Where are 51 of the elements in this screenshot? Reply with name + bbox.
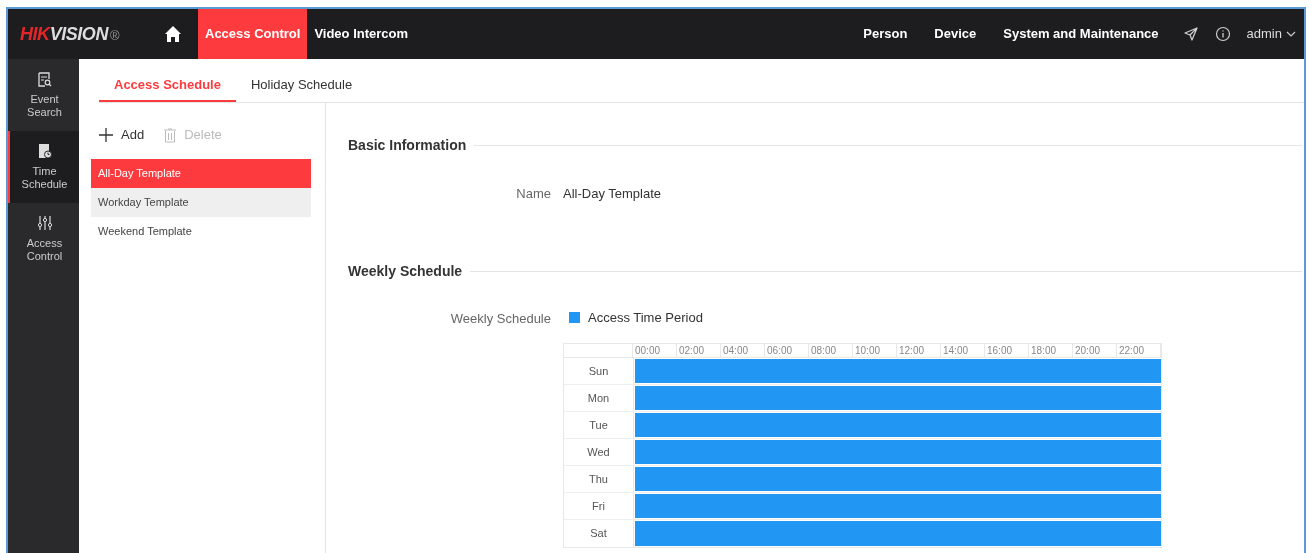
clock-document-icon: [37, 143, 52, 159]
template-item[interactable]: Workday Template: [91, 188, 311, 217]
hour-label: 08:00: [809, 344, 853, 357]
logo: HIKVISION: [20, 22, 108, 46]
nav-link[interactable]: Person: [863, 24, 908, 44]
hour-label: 02:00: [677, 344, 721, 357]
chevron-down-icon: [1286, 30, 1296, 38]
day-label: Sat: [564, 520, 634, 547]
hour-label: 20:00: [1073, 344, 1117, 357]
day-label: Mon: [564, 385, 634, 411]
home-icon[interactable]: [164, 25, 182, 43]
day-label: Tue: [564, 412, 634, 438]
hour-label: 06:00: [765, 344, 809, 357]
template-item[interactable]: Weekend Template: [91, 217, 311, 246]
add-button[interactable]: Add: [99, 125, 145, 145]
template-item[interactable]: All-Day Template: [91, 159, 311, 188]
info-icon[interactable]: [1214, 26, 1231, 42]
section-title: Weekly Schedule: [348, 261, 463, 281]
field-label: Weekly Schedule: [449, 309, 551, 328]
trash-icon: [164, 127, 177, 143]
hour-label: 10:00: [853, 344, 897, 357]
nav-link[interactable]: System and Maintenance: [1003, 24, 1159, 44]
sidebar-item[interactable]: Time Schedule: [8, 131, 79, 203]
hour-label: 22:00: [1117, 344, 1161, 357]
section-title: Basic Information: [348, 136, 467, 155]
hour-label: 16:00: [985, 344, 1029, 357]
tab[interactable]: Holiday Schedule: [235, 69, 368, 102]
sidebar-item[interactable]: Access Control: [8, 203, 79, 275]
search-document-icon: [37, 71, 52, 87]
sidebar-item[interactable]: Event Search: [8, 59, 79, 131]
user-menu[interactable]: admin: [1246, 24, 1296, 44]
name-value: All-Day Template: [563, 185, 662, 203]
registered-mark: ®: [110, 26, 120, 45]
hour-label: 04:00: [721, 344, 765, 357]
sliders-icon: [37, 215, 52, 231]
send-icon[interactable]: [1182, 26, 1199, 42]
field-label: Name: [515, 185, 551, 203]
legend-label: Access Time Period: [588, 308, 703, 327]
nav-tab[interactable]: Access Control: [198, 9, 308, 59]
hour-label: 18:00: [1029, 344, 1073, 357]
hour-label: 00:00: [633, 344, 677, 357]
plus-icon: [99, 128, 113, 142]
tab[interactable]: Access Schedule: [99, 69, 236, 102]
nav-tab[interactable]: Video Intercom: [307, 9, 416, 59]
hour-label: 14:00: [941, 344, 985, 357]
day-label: Sun: [564, 358, 634, 384]
nav-link[interactable]: Device: [934, 24, 977, 44]
day-label: Thu: [564, 466, 634, 492]
hour-label: 12:00: [897, 344, 941, 357]
day-label: Wed: [564, 439, 634, 465]
day-label: Fri: [564, 493, 634, 519]
